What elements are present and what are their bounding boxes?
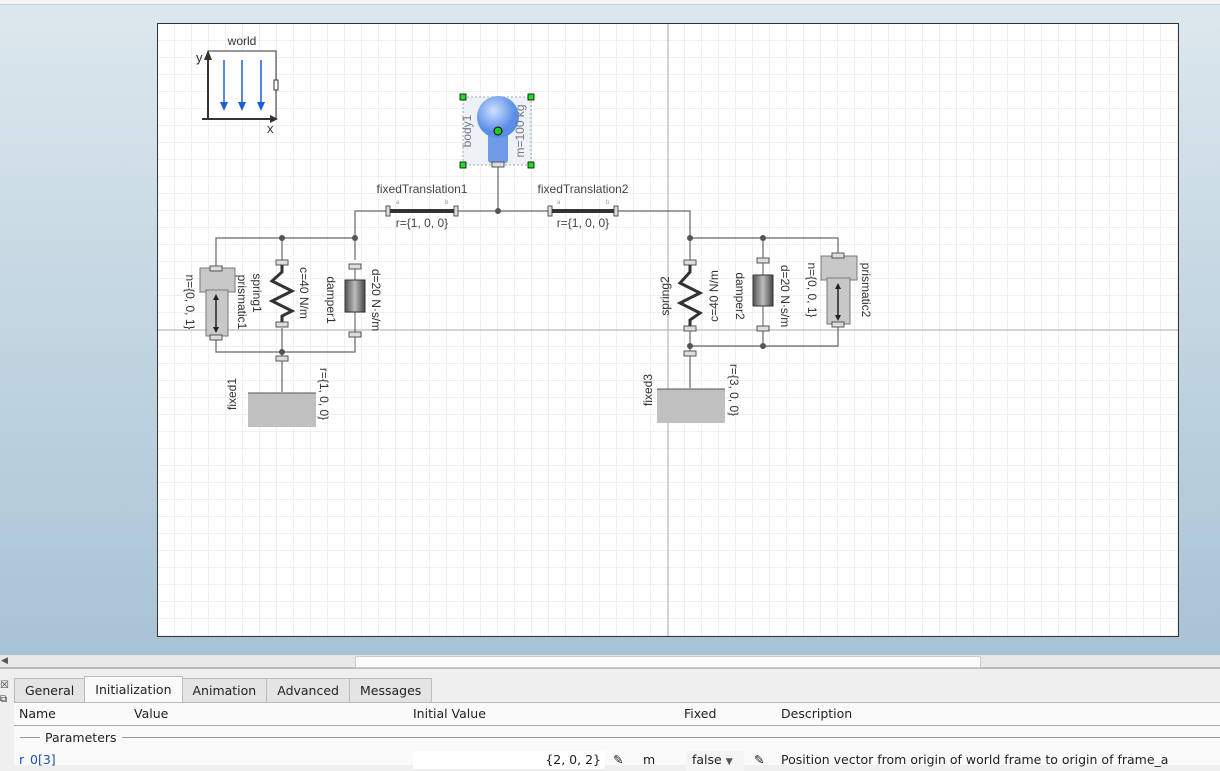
fixed3-name: fixed3	[641, 374, 655, 406]
parameters-table: Name Value Initial Value Fixed Descripti…	[14, 702, 1220, 771]
scroll-left-icon[interactable]: ◀	[1, 656, 8, 666]
world-x-label: x	[267, 121, 274, 136]
col-description: Description	[781, 706, 853, 721]
fixed-select[interactable]: false ▼	[686, 751, 744, 771]
prismatic2-component[interactable]: prismatic2 n={0, 0, 1}	[805, 252, 873, 328]
prismatic1-name: prismatic1	[235, 275, 249, 330]
spring2-param: c=40 N/m	[707, 270, 721, 322]
row-description: Position vector from origin of world fra…	[781, 752, 1169, 767]
world-y-label: y	[196, 50, 203, 65]
table-row[interactable]: r 0[3] {2, 0, 2} ✎ m false ▼ ✎ Position …	[14, 751, 1220, 771]
tab-animation[interactable]: Animation	[181, 678, 268, 702]
tab-general[interactable]: General	[14, 678, 86, 702]
spring1-param: c=40 N/m	[297, 267, 311, 319]
edit-icon[interactable]: ✎	[613, 751, 623, 769]
fixed-translation-2-param: r={1, 0, 0}	[557, 216, 609, 230]
fixed1-name: fixed1	[225, 378, 239, 410]
col-fixed: Fixed	[684, 706, 717, 721]
fixed3-param: r={3, 0, 0}	[727, 364, 741, 416]
prismatic1-param: n={0, 0, 1}	[183, 274, 197, 329]
fixed-translation-1-param: r={1, 0, 0}	[396, 216, 448, 230]
tab-messages[interactable]: Messages	[348, 678, 433, 702]
fixed-translation-1-name: fixedTranslation1	[377, 182, 468, 196]
prismatic2-param: n={0, 0, 1}	[805, 262, 819, 317]
world-label: world	[227, 34, 257, 48]
row-unit: m	[643, 752, 656, 767]
diagram-canvas[interactable]: world y x fixedTranslation1 r={1, 0, 0} …	[157, 23, 1179, 637]
top-bar	[0, 0, 1220, 5]
row-name-prefix: r	[19, 752, 25, 767]
initial-value-input[interactable]: {2, 0, 2}	[413, 751, 605, 769]
damper2-name: damper2	[733, 272, 747, 320]
close-icon[interactable]: ☒	[0, 679, 12, 693]
row-name: 0[3]	[30, 752, 56, 767]
body1-name: body1	[460, 114, 474, 147]
tab-advanced[interactable]: Advanced	[266, 678, 350, 702]
horizontal-scrollbar[interactable]: ◀	[0, 655, 1220, 669]
properties-panel: ☒ ⧉ General Initialization Animation Adva…	[0, 671, 1220, 771]
scrollbar-thumb[interactable]	[355, 656, 981, 668]
col-initial-value: Initial Value	[413, 706, 486, 721]
chevron-down-icon: ▼	[725, 757, 733, 767]
float-icon[interactable]: ⧉	[0, 693, 12, 707]
group-parameters: Parameters	[20, 729, 1220, 745]
damper2-param: d=20 N·s/m	[778, 265, 792, 327]
damper1-name: damper1	[324, 276, 338, 324]
body1-component[interactable]: body1 m=100 kg	[459, 93, 535, 169]
prismatic2-name: prismatic2	[859, 263, 873, 318]
prismatic1-component[interactable]: prismatic1 n={0, 0, 1}	[183, 265, 249, 341]
col-value: Value	[134, 706, 169, 721]
tab-initialization[interactable]: Initialization	[84, 676, 183, 702]
fixed-translation-2-name: fixedTranslation2	[538, 182, 629, 196]
edit-description-icon[interactable]: ✎	[754, 751, 764, 769]
diagram-area: world y x fixedTranslation1 r={1, 0, 0} …	[0, 0, 1220, 655]
spring1-name: spring1	[250, 273, 264, 313]
body1-param: m=100 kg	[513, 104, 527, 157]
spring2-name: spring2	[658, 276, 672, 316]
group-label: Parameters	[45, 729, 117, 745]
damper1-param: d=20 N·s/m	[369, 269, 383, 331]
fixed1-param: r={1, 0, 0}	[317, 368, 331, 420]
col-name: Name	[19, 706, 56, 721]
